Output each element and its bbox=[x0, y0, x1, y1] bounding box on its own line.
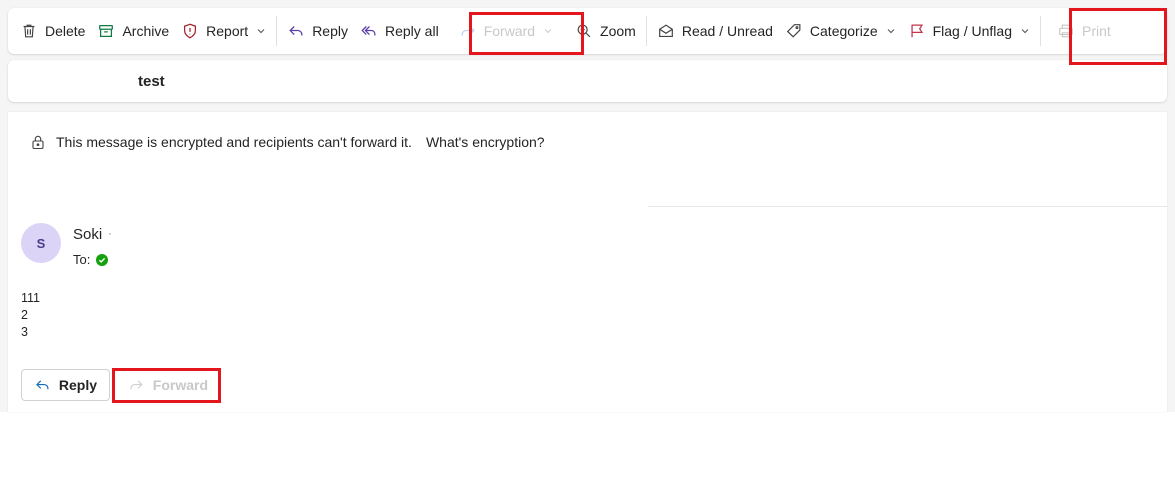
read-unread-label: Read / Unread bbox=[681, 23, 773, 39]
encryption-notice: This message is encrypted and recipients… bbox=[56, 134, 412, 150]
encryption-banner: This message is encrypted and recipients… bbox=[30, 134, 545, 150]
chevron-down-icon[interactable] bbox=[1020, 26, 1030, 36]
body-line: 3 bbox=[21, 325, 28, 339]
flag-icon bbox=[911, 24, 923, 38]
zoom-button[interactable]: Zoom bbox=[569, 15, 642, 47]
delete-button[interactable]: Delete bbox=[14, 15, 91, 47]
reply-label: Reply bbox=[58, 377, 97, 393]
forward-icon bbox=[461, 26, 475, 36]
reply-button[interactable]: Reply bbox=[281, 15, 354, 47]
avatar[interactable]: S bbox=[21, 223, 61, 263]
subject-bar: test bbox=[8, 60, 1167, 102]
chevron-down-icon[interactable] bbox=[886, 26, 896, 36]
forward-label: Forward bbox=[152, 377, 208, 393]
reply-all-icon bbox=[361, 26, 376, 36]
check-circle-icon[interactable] bbox=[96, 253, 109, 266]
zoom-icon bbox=[577, 24, 591, 38]
lock-icon bbox=[32, 135, 44, 150]
encryption-info-link[interactable]: What's encryption? bbox=[426, 134, 545, 150]
tag-icon bbox=[786, 24, 801, 38]
message-toolbar: Delete Archive Report Reply Reply all Fo… bbox=[8, 8, 1167, 54]
body-line: 111 bbox=[21, 291, 41, 305]
forward-button[interactable]: Forward bbox=[453, 15, 559, 47]
delete-label: Delete bbox=[45, 23, 86, 39]
chevron-down-icon[interactable] bbox=[256, 26, 266, 36]
trash-icon bbox=[23, 24, 35, 38]
printer-icon bbox=[1059, 24, 1073, 38]
message-subject: test bbox=[138, 73, 165, 90]
toolbar-divider bbox=[645, 16, 647, 46]
archive-icon bbox=[99, 24, 114, 38]
message-card: This message is encrypted and recipients… bbox=[8, 112, 1167, 412]
reading-pane: Delete Archive Report Reply Reply all Fo… bbox=[0, 0, 1175, 412]
to-label: To: bbox=[73, 252, 91, 267]
reply-all-button[interactable]: Reply all bbox=[354, 15, 445, 47]
body-line: 2 bbox=[21, 308, 28, 322]
sender-name[interactable]: Soki bbox=[73, 226, 102, 243]
print-button[interactable]: Print bbox=[1051, 15, 1117, 47]
reply-icon bbox=[36, 380, 49, 390]
envelope-open-icon bbox=[658, 24, 673, 37]
read-unread-button[interactable]: Read / Unread bbox=[651, 15, 779, 47]
toolbar-divider bbox=[1039, 16, 1041, 46]
categorize-button[interactable]: Categorize bbox=[779, 15, 902, 47]
archive-button[interactable]: Archive bbox=[91, 15, 175, 47]
reply-all-label: Reply all bbox=[384, 23, 439, 39]
chevron-down-icon bbox=[544, 29, 552, 34]
forward-button-bottom[interactable]: Forward bbox=[116, 369, 220, 401]
flag-unflag-label: Flag / Unflag bbox=[932, 23, 1012, 39]
reply-icon bbox=[289, 26, 303, 36]
print-label: Print bbox=[1081, 23, 1111, 39]
report-button[interactable]: Report bbox=[175, 15, 272, 47]
toolbar-divider bbox=[276, 16, 278, 46]
forward-icon bbox=[130, 380, 143, 390]
zoom-label: Zoom bbox=[600, 23, 636, 39]
forward-label: Forward bbox=[483, 23, 536, 39]
reply-button-bottom[interactable]: Reply bbox=[21, 369, 110, 401]
sender-separator: · bbox=[108, 226, 112, 240]
flag-unflag-button[interactable]: Flag / Unflag bbox=[902, 15, 1036, 47]
report-label: Report bbox=[206, 23, 249, 39]
reply-label: Reply bbox=[312, 23, 348, 39]
message-body: 111 2 3 bbox=[21, 290, 40, 341]
recipient-row: To: bbox=[73, 252, 109, 267]
shield-icon bbox=[184, 23, 197, 39]
archive-label: Archive bbox=[122, 23, 170, 39]
header-divider bbox=[648, 206, 1167, 207]
categorize-label: Categorize bbox=[809, 23, 878, 39]
